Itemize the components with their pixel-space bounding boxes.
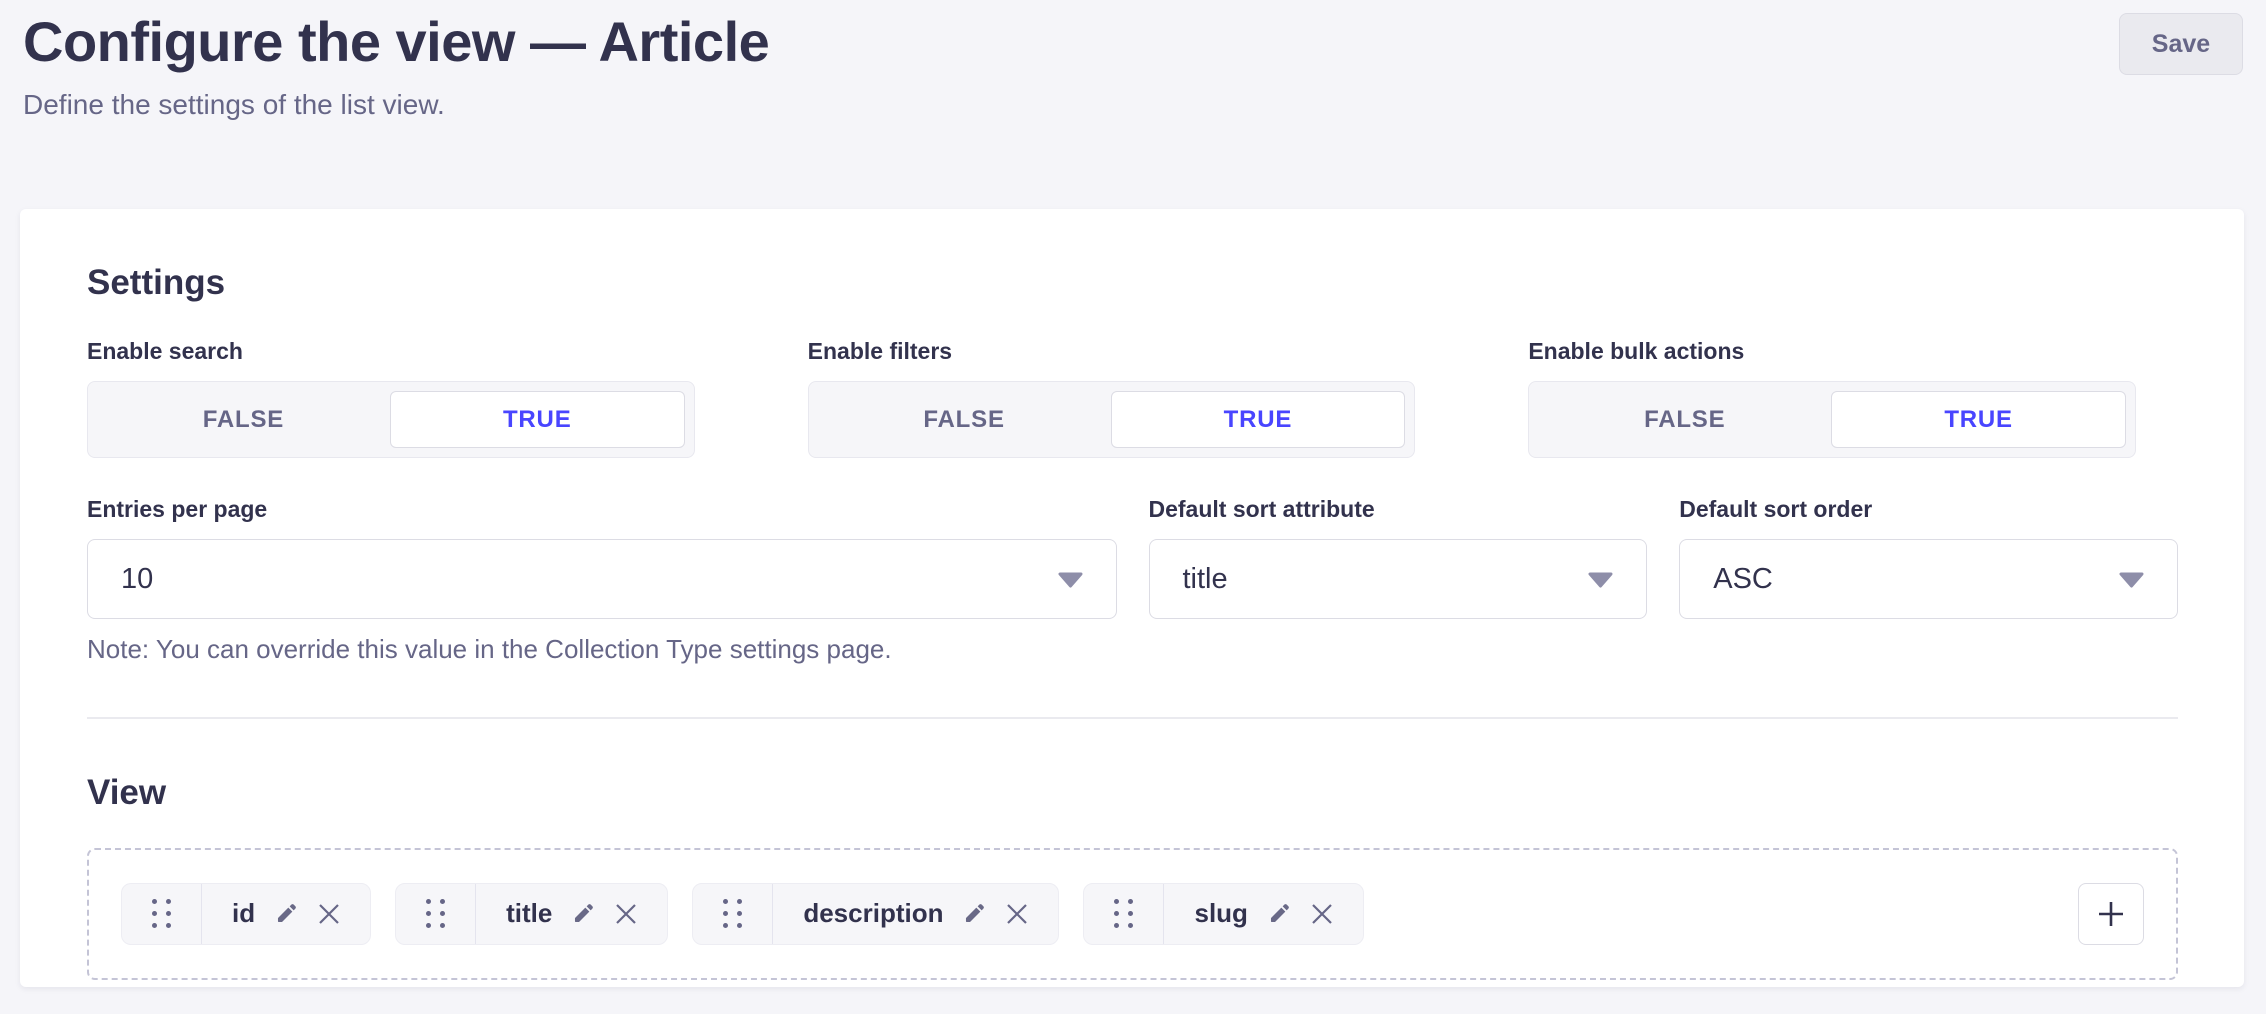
enable-filters-true-option[interactable]: TRUE [1111, 391, 1406, 448]
view-section-heading: View [87, 775, 2178, 810]
enable-filters-false-option[interactable]: FALSE [818, 391, 1111, 448]
drag-handle[interactable] [122, 884, 202, 944]
enable-bulk-actions-label: Enable bulk actions [1528, 340, 2178, 363]
drag-handle-icon [723, 899, 742, 928]
drag-handle[interactable] [693, 884, 773, 944]
default-sort-attribute-label: Default sort attribute [1149, 498, 1648, 521]
remove-field-button[interactable] [1311, 903, 1333, 925]
pencil-icon [1268, 902, 1291, 925]
entries-per-page-value: 10 [121, 563, 153, 596]
settings-section-heading: Settings [87, 265, 2178, 300]
default-sort-order-select[interactable]: ASC [1679, 539, 2178, 619]
page-subtitle: Define the settings of the list view. [23, 90, 2243, 121]
enable-search-true-option[interactable]: TRUE [390, 391, 685, 448]
edit-field-button[interactable] [572, 902, 595, 925]
field-chip-slug: slug [1083, 883, 1363, 945]
remove-field-button[interactable] [615, 903, 637, 925]
enable-filters-label: Enable filters [808, 340, 1458, 363]
close-icon [1311, 903, 1333, 925]
field-chip-id: id [121, 883, 371, 945]
toggles-row: Enable search FALSE TRUE Enable filters … [87, 340, 2178, 458]
entries-per-page-note: Note: You can override this value in the… [87, 635, 1117, 664]
edit-field-button[interactable] [963, 902, 986, 925]
enable-search-field: Enable search FALSE TRUE [87, 340, 737, 458]
enable-bulk-actions-false-option[interactable]: FALSE [1538, 391, 1831, 448]
close-icon [615, 903, 637, 925]
enable-search-toggle[interactable]: FALSE TRUE [87, 381, 695, 458]
pencil-icon [572, 902, 595, 925]
enable-filters-field: Enable filters FALSE TRUE [808, 340, 1458, 458]
view-fields-drop-zone: id title [87, 848, 2178, 980]
remove-field-button[interactable] [318, 903, 340, 925]
settings-card: Settings Enable search FALSE TRUE Enable… [20, 209, 2244, 987]
page-title: Configure the view — Article [23, 10, 2243, 74]
drag-handle-icon [1114, 899, 1133, 928]
save-button[interactable]: Save [2119, 13, 2243, 75]
entries-per-page-field: Entries per page 10 Note: You can overri… [87, 498, 1117, 664]
enable-bulk-actions-toggle[interactable]: FALSE TRUE [1528, 381, 2136, 458]
edit-field-button[interactable] [1268, 902, 1291, 925]
edit-field-button[interactable] [275, 902, 298, 925]
page-header: Configure the view — Article Define the … [0, 0, 2266, 121]
drag-handle[interactable] [396, 884, 476, 944]
caret-down-icon [2118, 572, 2145, 588]
default-sort-attribute-select[interactable]: title [1149, 539, 1648, 619]
field-chip-label: slug [1194, 898, 1247, 929]
caret-down-icon [1587, 572, 1614, 588]
section-divider [87, 717, 2178, 719]
field-chip-title: title [395, 883, 668, 945]
entries-per-page-select[interactable]: 10 [87, 539, 1117, 619]
field-chip-label: id [232, 898, 255, 929]
enable-filters-toggle[interactable]: FALSE TRUE [808, 381, 1416, 458]
drag-handle-icon [152, 899, 171, 928]
close-icon [318, 903, 340, 925]
entries-per-page-label: Entries per page [87, 498, 1117, 521]
selects-row: Entries per page 10 Note: You can overri… [87, 498, 2178, 664]
default-sort-order-label: Default sort order [1679, 498, 2178, 521]
enable-search-label: Enable search [87, 340, 737, 363]
field-chip-description: description [692, 883, 1059, 945]
field-chip-label: description [803, 898, 943, 929]
enable-search-false-option[interactable]: FALSE [97, 391, 390, 448]
add-field-button[interactable] [2078, 883, 2144, 945]
pencil-icon [963, 902, 986, 925]
drag-handle-icon [426, 899, 445, 928]
default-sort-attribute-value: title [1183, 563, 1228, 596]
enable-bulk-actions-true-option[interactable]: TRUE [1831, 391, 2126, 448]
enable-bulk-actions-field: Enable bulk actions FALSE TRUE [1528, 340, 2178, 458]
field-chip-label: title [506, 898, 552, 929]
drag-handle[interactable] [1084, 884, 1164, 944]
caret-down-icon [1057, 572, 1084, 588]
close-icon [1006, 903, 1028, 925]
default-sort-order-value: ASC [1713, 563, 1773, 596]
default-sort-attribute-field: Default sort attribute title [1149, 498, 1648, 664]
plus-icon [2096, 899, 2126, 929]
default-sort-order-field: Default sort order ASC [1679, 498, 2178, 664]
pencil-icon [275, 902, 298, 925]
remove-field-button[interactable] [1006, 903, 1028, 925]
